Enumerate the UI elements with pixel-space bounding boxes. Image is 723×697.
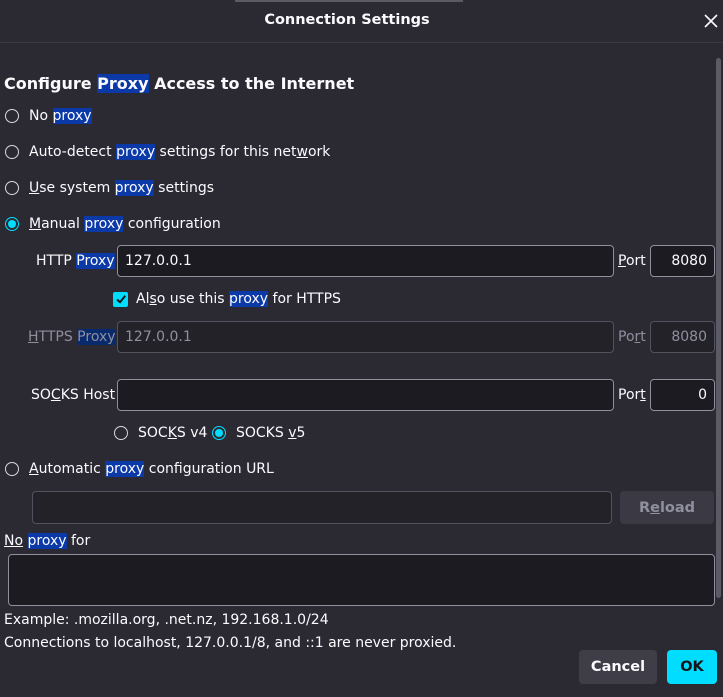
http-proxy-label: HTTP Proxy [36,253,115,269]
localhost-note: Connections to localhost, 127.0.0.1/8, a… [4,635,457,651]
example-text: Example: .mozilla.org, .net.nz, 192.168.… [4,612,329,628]
radio-button[interactable] [114,426,128,440]
cancel-button[interactable]: Cancel [579,650,657,684]
socks-host-label: SOCKS Host [31,387,116,403]
radio-button[interactable] [5,181,19,195]
radio-manual-proxy[interactable]: Manual proxy configuration [5,213,221,235]
radio-button[interactable] [5,109,19,123]
checkbox-also-https[interactable]: Also use this proxy for HTTPS [113,288,341,310]
radio-label: No proxy [29,108,92,124]
https-proxy-label: HTTPS Proxy [28,329,116,345]
radio-socks-v4[interactable]: SOCKS v4 [114,422,207,444]
radio-auto-config-url[interactable]: Automatic proxy configuration URL [5,458,274,480]
ok-button[interactable]: OK [667,650,717,684]
checkbox-label: Also use this proxy for HTTPS [136,291,341,307]
https-proxy-input: 127.0.0.1 [117,321,614,353]
radio-auto-detect[interactable]: Auto-detect proxy settings for this netw… [5,141,330,163]
close-icon[interactable] [701,11,721,31]
scrollbar[interactable] [716,58,721,598]
radio-label: Manual proxy configuration [29,216,221,232]
https-port-input: 8080 [650,321,715,353]
socks-host-input[interactable] [117,379,614,411]
checkbox-checked-icon[interactable] [113,291,128,307]
radio-label: SOCKS v5 [236,425,306,441]
radio-no-proxy[interactable]: No proxy [5,105,92,127]
radio-button[interactable] [5,462,19,476]
section-heading: Configure Proxy Access to the Internet [4,74,355,93]
http-port-input[interactable]: 8080 [650,245,715,277]
title-bar: Connection Settings [0,0,723,43]
radio-system-proxy[interactable]: Use system proxy settings [5,177,214,199]
radio-button-checked[interactable] [212,426,226,440]
radio-socks-v5[interactable]: SOCKS v5 [212,422,305,444]
radio-button[interactable] [5,145,19,159]
radio-label: Auto-detect proxy settings for this netw… [29,144,331,160]
no-proxy-for-textarea[interactable] [8,554,715,606]
no-proxy-for-label: No proxy for [4,533,91,549]
socks-port-input[interactable]: 0 [650,379,715,411]
dialog-title: Connection Settings [264,12,430,28]
socks-port-label: Port [618,387,646,403]
http-proxy-input[interactable]: 127.0.0.1 [117,245,614,277]
radio-label: Automatic proxy configuration URL [29,461,274,477]
reload-button: Reload [620,491,714,524]
radio-button-checked[interactable] [5,217,19,231]
radio-label: Use system proxy settings [29,180,214,196]
title-bar-accent [235,0,463,2]
radio-label: SOCKS v4 [138,425,208,441]
http-port-label: Port [618,253,646,269]
auto-config-url-input [32,491,612,524]
https-port-label: Port [618,329,646,345]
